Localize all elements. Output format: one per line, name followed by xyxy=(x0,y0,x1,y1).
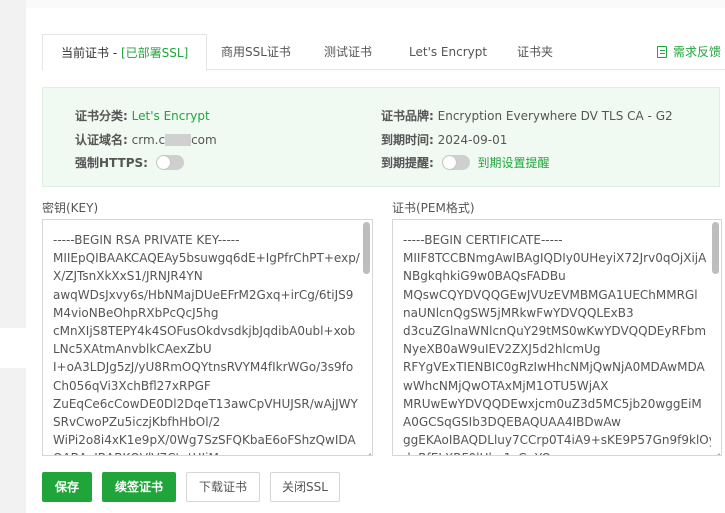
expiry-reminder-toggle[interactable] xyxy=(441,155,470,170)
key-line: I+oA3LDJg5zJ/yU8RmOQYtnsRVYM4fIkrWGo/3s9… xyxy=(53,360,354,375)
cert-line: NyeXB0aW9uIEV2ZXJ5d2hlcmUg xyxy=(403,342,601,357)
cert-line: d3cuZGlnaWNlcnQuY29tMS0wKwYDVQQDEyRFbm xyxy=(403,324,707,339)
key-line: WiPi2o8i4xK1e9pX/0Wg7SzSFQKbaE6oFShzQwID… xyxy=(53,433,356,448)
feedback-label: 需求反馈 xyxy=(672,45,721,59)
feedback-link[interactable]: 需求反馈 xyxy=(656,34,721,70)
domain-suffix: com xyxy=(191,133,217,147)
tab-current-cert-label: 当前证书 - xyxy=(61,46,121,60)
save-button[interactable]: 保存 xyxy=(42,472,92,502)
certificate-content: -----BEGIN CERTIFICATE----- MIIF8TCCBNmgA… xyxy=(403,231,711,455)
cert-brand-label: 证书品牌: xyxy=(381,109,434,123)
close-ssl-button[interactable]: 关闭SSL xyxy=(270,472,340,502)
cert-brand-value: Encryption Everywhere DV TLS CA - G2 xyxy=(437,109,673,123)
renew-cert-button[interactable]: 续签证书 xyxy=(102,472,176,502)
key-line: awqWDsJxvy6s/HbNMajDUeEFrM2Gxq+irCg/6tiJ… xyxy=(53,287,354,302)
sidebar-edge xyxy=(0,0,26,513)
key-line: X/ZJTsnXkXxS1/JRNJR4YN xyxy=(53,269,203,284)
key-line: QABAoIBABKQVlV7CtqtHJiM xyxy=(53,449,362,455)
key-scrollbar-thumb[interactable] xyxy=(363,222,370,274)
tab-test-cert[interactable]: 测试证书 xyxy=(324,34,372,70)
cert-line: RFYgVExTIENBIC0gRzIwHhcNMjQwNjA0MDAwMDA xyxy=(403,360,705,375)
cert-type-row: 证书分类: Let's Encrypt xyxy=(75,107,210,124)
key-line: ZuEqCe6cCowDE0Dl2DqeT13awCpVHUJSR/wAjJWY xyxy=(53,396,358,411)
expiry-reminder-label: 到期提醒: xyxy=(381,156,434,170)
cert-line: MIIF8TCCBNmgAwIBAgIQDIy0UHeyiX72Jrv0qOjX… xyxy=(403,251,707,266)
cert-line: wWhcNMjQwOTAxMjM1OTU5WjAX xyxy=(403,378,609,393)
cert-line: MQswCQYDVQQGEwJVUzEVMBMGA1UEChMMRGl xyxy=(403,287,698,302)
force-https-row: 强制HTTPS: xyxy=(75,154,184,171)
expiry-value: 2024-09-01 xyxy=(437,133,508,147)
top-header-fade xyxy=(26,0,725,8)
key-line: -----BEGIN RSA PRIVATE KEY----- xyxy=(53,233,240,247)
cert-line: naUNlcnQgSW5jMRkwFwYDVQQLExB3 xyxy=(403,305,634,320)
cert-line: -----BEGIN CERTIFICATE----- xyxy=(403,233,563,247)
cert-brand-row: 证书品牌: Encryption Everywhere DV TLS CA - … xyxy=(381,107,673,124)
tab-cert-folder[interactable]: 证书夹 xyxy=(517,34,553,70)
domain-row: 认证域名: crm.c com xyxy=(75,131,217,148)
tab-bar: 当前证书 - [已部署SSL] 商用SSL证书 测试证书 Let's Encry… xyxy=(42,34,725,71)
tab-commercial-ssl[interactable]: 商用SSL证书 xyxy=(221,34,291,70)
private-key-textarea[interactable]: -----BEGIN RSA PRIVATE KEY----- MIIEpQIBA… xyxy=(42,219,373,456)
tab-current-cert-status: [已部署SSL] xyxy=(120,46,189,60)
tab-current-cert[interactable]: 当前证书 - [已部署SSL] xyxy=(42,34,208,71)
cert-resize-handle[interactable] xyxy=(712,446,720,454)
cert-type-label: 证书分类: xyxy=(75,109,128,123)
domain-redaction xyxy=(165,134,192,146)
document-icon xyxy=(656,46,667,58)
cert-scrollbar-thumb[interactable] xyxy=(712,222,719,274)
cert-label: 证书(PEM格式) xyxy=(392,201,475,215)
key-line: Ch056qVi3XchBfl27xRPGF xyxy=(53,378,211,393)
cert-info-panel: 证书分类: Let's Encrypt 证书品牌: Encryption Eve… xyxy=(42,87,720,187)
certificate-textarea[interactable]: -----BEGIN CERTIFICATE----- MIIF8TCCBNmgA… xyxy=(392,219,722,456)
cert-scrollbar[interactable] xyxy=(712,222,719,448)
cert-line: A0GCSqGSIb3DQEBAQUAA4IBDwAw xyxy=(403,415,621,430)
expiry-row: 到期时间: 2024-09-01 xyxy=(381,131,507,148)
key-line: M4vioNBeOhpRXbPcQcJ5hg xyxy=(53,305,219,320)
cert-line: dnRfELXRF0lHhg1cGpYO xyxy=(403,449,711,455)
key-line: MIIEpQIBAAKCAQEAy5bsuwgq6dE+IgPfrChPT+ex… xyxy=(53,251,360,266)
cert-line: ggEKAoIBAQDLluy7CCrp0T4iA9+sKE9P57Gn9f9k… xyxy=(403,433,711,448)
download-cert-button[interactable]: 下载证书 xyxy=(186,472,260,502)
domain-prefix: crm.c xyxy=(131,133,166,147)
expiry-label: 到期时间: xyxy=(381,133,434,147)
cert-line: MRUwEwYDVQQDEwxjcm0uZ3d5MC5jb20wggEiM xyxy=(403,396,702,411)
key-line: cMnXIjS8TEPY4k4SOFusOkdvsdkjbJqdibA0ubl+… xyxy=(53,324,356,339)
key-label: 密钥(KEY) xyxy=(42,201,99,215)
domain-label: 认证域名: xyxy=(75,133,128,147)
key-resize-handle[interactable] xyxy=(363,446,371,454)
tab-lets-encrypt[interactable]: Let's Encrypt xyxy=(409,34,487,70)
key-line: SRvCwoPZu5iczjKbfhHbOl/2 xyxy=(53,415,221,430)
key-scrollbar[interactable] xyxy=(363,222,370,448)
private-key-content: -----BEGIN RSA PRIVATE KEY----- MIIEpQIBA… xyxy=(53,231,362,455)
cert-type-value: Let's Encrypt xyxy=(131,109,210,123)
force-https-toggle[interactable] xyxy=(155,155,184,170)
sidebar-gap xyxy=(0,328,26,368)
cert-line: NBgkqhkiG9w0BAQsFADBu xyxy=(403,269,566,284)
expiry-reminder-row: 到期提醒: 到期设置提醒 xyxy=(381,154,549,171)
key-line: LNc5XAtmAnvblkCAexZbU xyxy=(53,342,212,357)
force-https-label: 强制HTTPS: xyxy=(75,156,148,170)
expiry-reminder-link[interactable]: 到期设置提醒 xyxy=(477,156,549,170)
